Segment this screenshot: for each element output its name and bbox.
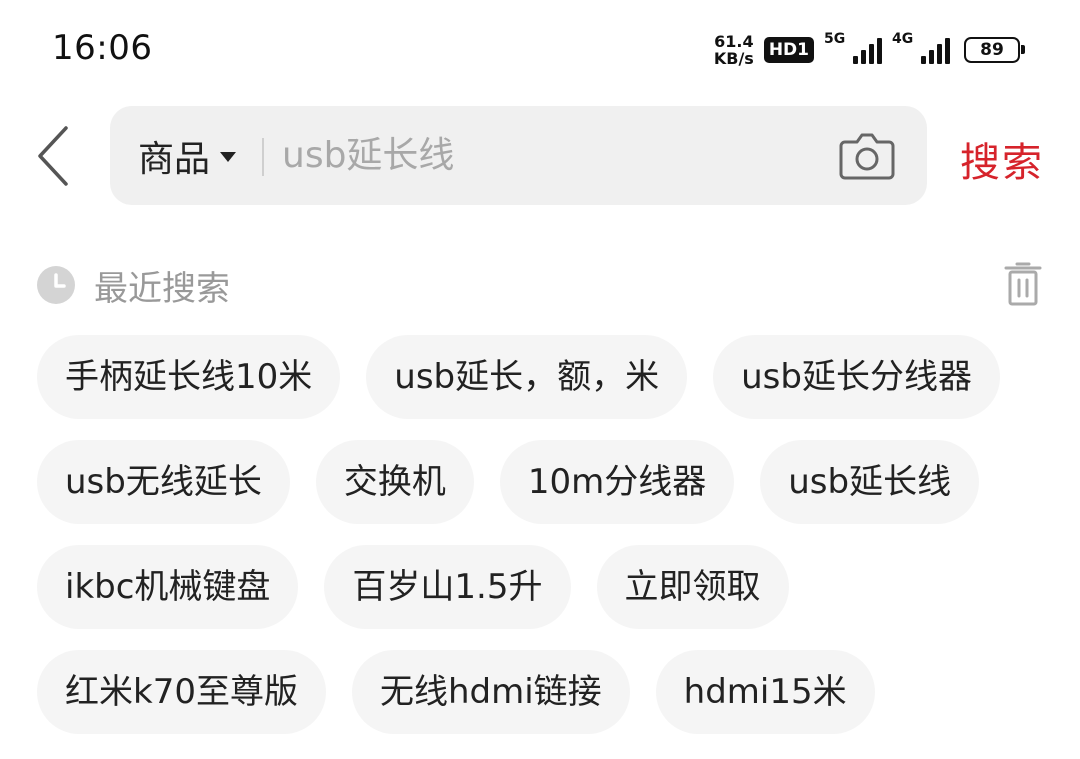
search-divider xyxy=(262,138,264,176)
camera-search-button[interactable] xyxy=(837,128,897,184)
search-scope-dropdown[interactable]: 商品 xyxy=(138,106,237,205)
back-button[interactable] xyxy=(30,122,80,192)
signal-4g-icon: 4G xyxy=(892,32,950,68)
caret-down-icon xyxy=(220,151,237,162)
trash-icon[interactable] xyxy=(1003,262,1043,306)
search-page: 16:06 61.4 KB/s HD1 5G 4G 89 商品 usb延长线 搜… xyxy=(0,0,1080,759)
recent-search-tag[interactable]: 手柄延长线10米 xyxy=(37,335,341,419)
recent-search-tag[interactable]: usb无线延长 xyxy=(37,440,290,524)
recent-search-header: 最近搜索 xyxy=(36,262,230,309)
camera-icon xyxy=(839,133,895,180)
status-indicators: 61.4 KB/s HD1 5G 4G 89 xyxy=(714,30,1025,70)
search-box: 商品 xyxy=(110,106,927,205)
recent-search-tag[interactable]: usb延长分线器 xyxy=(713,335,1000,419)
recent-tag-row: ikbc机械键盘 百岁山1.5升 立即领取 xyxy=(37,545,789,629)
signal-4g-label: 4G xyxy=(892,31,914,47)
recent-search-tag[interactable]: 无线hdmi链接 xyxy=(351,650,630,734)
network-speed-value: 61.4 xyxy=(714,32,754,51)
status-bar: 16:06 61.4 KB/s HD1 5G 4G 89 xyxy=(0,0,1080,100)
recent-search-tag[interactable]: 立即领取 xyxy=(596,545,789,629)
signal-5g-icon: 5G xyxy=(824,32,882,68)
recent-search-tag[interactable]: ikbc机械键盘 xyxy=(37,545,299,629)
search-scope-label: 商品 xyxy=(138,138,211,180)
battery-icon: 89 xyxy=(964,37,1025,63)
recent-tag-row: 手柄延长线10米 usb延长，额，米 usb延长分线器 xyxy=(37,335,1000,419)
recent-search-title: 最近搜索 xyxy=(94,268,230,309)
recent-search-tag[interactable]: hdmi15米 xyxy=(655,650,875,734)
clock-icon xyxy=(37,266,75,304)
recent-tag-row: usb无线延长 交换机 10m分线器 usb延长线 xyxy=(37,440,980,524)
status-time: 16:06 xyxy=(52,28,153,68)
chevron-left-icon xyxy=(38,126,68,186)
search-button[interactable]: 搜索 xyxy=(960,130,1044,188)
search-input[interactable] xyxy=(282,106,822,205)
hd-badge: HD1 xyxy=(763,37,814,63)
battery-level: 89 xyxy=(980,40,1004,60)
signal-5g-label: 5G xyxy=(824,31,846,47)
network-speed: 61.4 KB/s xyxy=(714,33,754,67)
recent-search-tag[interactable]: usb延长，额，米 xyxy=(366,335,688,419)
recent-search-tag[interactable]: 红米k70至尊版 xyxy=(37,650,326,734)
recent-search-tag[interactable]: 百岁山1.5升 xyxy=(324,545,571,629)
recent-search-tag[interactable]: 交换机 xyxy=(315,440,474,524)
recent-tag-row: 红米k70至尊版 无线hdmi链接 hdmi15米 xyxy=(37,650,875,734)
network-speed-unit: KB/s xyxy=(713,49,754,68)
recent-search-tag[interactable]: usb延长线 xyxy=(760,440,980,524)
recent-search-tag[interactable]: 10m分线器 xyxy=(499,440,735,524)
